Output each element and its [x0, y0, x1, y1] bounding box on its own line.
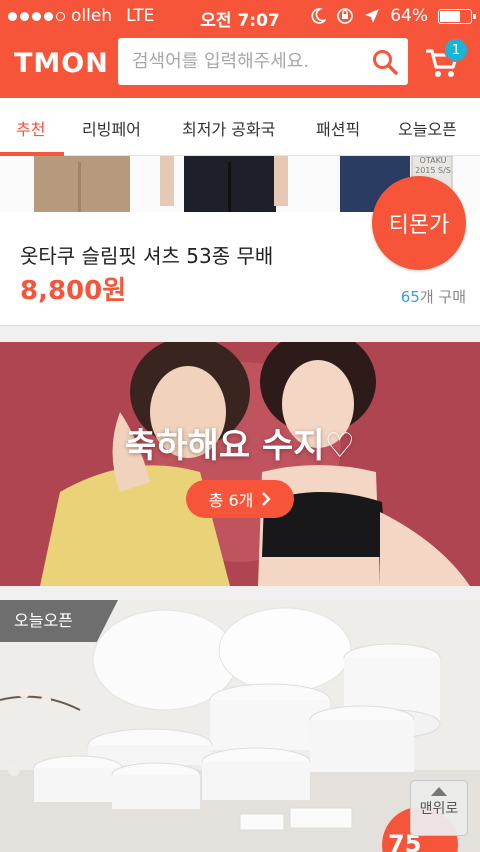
banner-count-button[interactable]: 총 6개: [186, 480, 294, 518]
signal-strength-icon: [8, 11, 65, 21]
chevron-right-icon: [262, 492, 272, 506]
sold-number: 65: [400, 288, 420, 306]
carrier-name: olleh: [71, 6, 113, 26]
battery-icon: [438, 8, 476, 24]
category-tabs: 추천 리빙페어 최저가 공화국 패션픽 오늘오픈: [0, 98, 480, 156]
tab-fashion-pick[interactable]: 패션픽: [316, 116, 360, 140]
search-input[interactable]: [118, 38, 362, 85]
tab-today-open[interactable]: 오늘오픈: [398, 116, 457, 140]
status-bar: olleh LTE 오전 7:07 64%: [0, 0, 480, 32]
product-price: 8,800원: [20, 276, 127, 306]
scroll-to-top-label: 맨위로: [419, 801, 459, 817]
product-sold-count: 65개 구매: [401, 286, 466, 307]
tmon-logo[interactable]: TMON: [14, 48, 109, 79]
banner-button-label: 총 6개: [208, 491, 254, 510]
search-box[interactable]: [118, 38, 408, 85]
battery-percent: 64%: [390, 6, 428, 26]
promo-banner[interactable]: 축하해요 수지♡ 총 6개: [0, 342, 480, 586]
moon-icon: [311, 8, 327, 24]
tmon-price-badge: 티몬가: [372, 176, 466, 270]
app-header: TMON 1: [0, 32, 480, 98]
sold-suffix: 개 구매: [419, 288, 466, 306]
product-image-caption: OTAKU 2015 S/S: [415, 156, 451, 175]
network-type: LTE: [126, 6, 155, 26]
tab-recommended[interactable]: 추천: [16, 116, 45, 140]
banner-title: 축하해요 수지♡: [125, 426, 355, 466]
rotation-lock-icon: [337, 8, 354, 24]
location-arrow-icon: [365, 9, 380, 23]
arrow-up-icon: [431, 787, 447, 796]
product-title: 옷타쿠 슬림핏 셔츠 53종 무배: [20, 244, 274, 268]
tab-living-fair[interactable]: 리빙페어: [82, 116, 141, 140]
today-open-deal[interactable]: 오늘오픈 75: [0, 600, 480, 852]
tab-lowest-price[interactable]: 최저가 공화국: [182, 116, 275, 140]
scroll-to-top-button[interactable]: 맨위로: [410, 780, 468, 836]
search-icon[interactable]: [362, 38, 408, 85]
cart-count-badge: 1: [444, 38, 468, 62]
